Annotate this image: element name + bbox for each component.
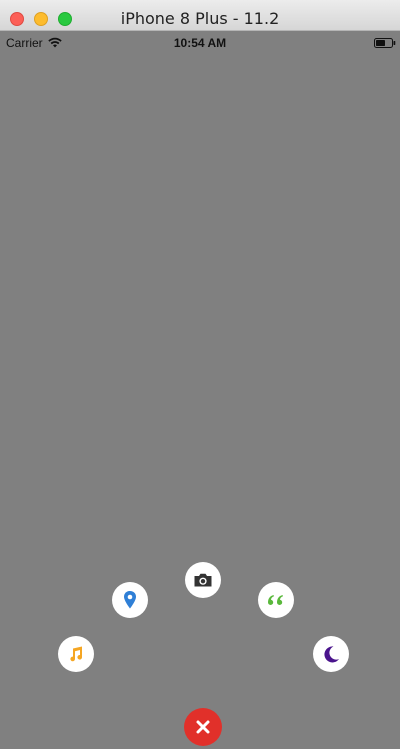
close-menu-button[interactable] (184, 708, 222, 746)
status-bar: Carrier 10:54 AM (0, 31, 400, 53)
quote-button[interactable] (258, 582, 294, 618)
moon-icon (324, 646, 339, 663)
music-button[interactable] (58, 636, 94, 672)
window-title: iPhone 8 Plus - 11.2 (120, 9, 280, 28)
music-note-icon (70, 646, 83, 662)
status-time: 10:54 AM (173, 36, 227, 50)
simulator-window: iPhone 8 Plus - 11.2 Carrier 10:54 AM (0, 0, 400, 749)
location-pin-icon (124, 591, 136, 609)
location-button[interactable] (112, 582, 148, 618)
moon-button[interactable] (313, 636, 349, 672)
camera-icon (194, 573, 212, 587)
title-bar[interactable]: iPhone 8 Plus - 11.2 (0, 0, 400, 31)
close-icon (196, 720, 210, 734)
quote-icon (268, 595, 283, 605)
battery-icon (374, 38, 396, 48)
camera-button[interactable] (185, 562, 221, 598)
